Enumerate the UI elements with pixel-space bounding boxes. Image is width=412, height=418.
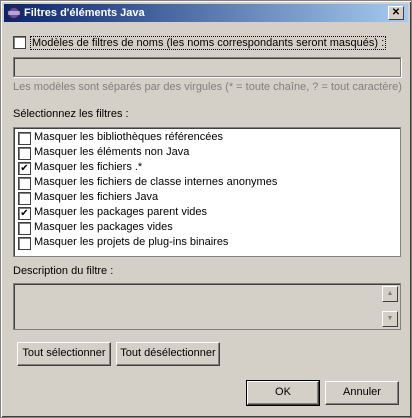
filter-label: Masquer les fichiers .* [34, 161, 143, 173]
patterns-hint: Les modèles sont séparés par des virgule… [13, 81, 402, 93]
filter-label: Masquer les packages parent vides [34, 206, 208, 218]
close-button[interactable]: ✕ [388, 6, 404, 20]
description-box: ▲ ▼ [13, 283, 401, 330]
scroll-up-button[interactable]: ▲ [382, 286, 398, 302]
filter-checkbox[interactable] [18, 177, 31, 190]
window-title: Filtres d'éléments Java [24, 7, 145, 19]
patterns-checkbox[interactable] [13, 36, 26, 49]
filter-checkbox[interactable]: ✔ [18, 207, 31, 220]
scroll-down-button[interactable]: ▼ [382, 311, 398, 327]
filter-label: Masquer les fichiers Java [34, 191, 159, 203]
filter-checkbox[interactable] [18, 192, 31, 205]
select-all-button[interactable]: Tout sélectionner [17, 342, 111, 366]
filter-checkbox[interactable] [18, 132, 31, 145]
eclipse-icon [7, 6, 21, 20]
ok-button[interactable]: OK [246, 380, 320, 406]
filter-checkbox[interactable] [18, 237, 31, 250]
description-heading: Description du filtre : [13, 265, 114, 277]
patterns-input[interactable] [13, 57, 401, 77]
filter-label: Masquer les fichiers de classe internes … [34, 176, 278, 188]
close-icon: ✕ [391, 7, 401, 18]
filter-label: Masquer les packages vides [34, 221, 173, 233]
patterns-checkbox-label[interactable]: Modèles de filtres de noms (les noms cor… [30, 36, 387, 50]
filter-label: Masquer les éléments non Java [34, 146, 190, 158]
filter-checkbox[interactable]: ✔ [18, 162, 31, 175]
filter-checkbox[interactable] [18, 222, 31, 235]
scroll-up-icon: ▲ [386, 290, 394, 297]
filter-label: Masquer les projets de plug-ins binaires [34, 236, 229, 248]
deselect-all-button[interactable]: Tout désélectionner [116, 342, 220, 366]
title-bar[interactable]: Filtres d'éléments Java ✕ [4, 4, 408, 22]
filters-heading: Sélectionnez les filtres : [13, 108, 129, 120]
filters-list: Masquer les bibliothèques référencées Ma… [13, 127, 401, 257]
cancel-button[interactable]: Annuler [325, 381, 399, 405]
filter-checkbox[interactable] [18, 147, 31, 160]
scroll-down-icon: ▼ [386, 315, 394, 322]
filter-label: Masquer les bibliothèques référencées [34, 131, 223, 143]
dialog-window: Filtres d'éléments Java ✕ Modèles de fil… [0, 0, 412, 418]
